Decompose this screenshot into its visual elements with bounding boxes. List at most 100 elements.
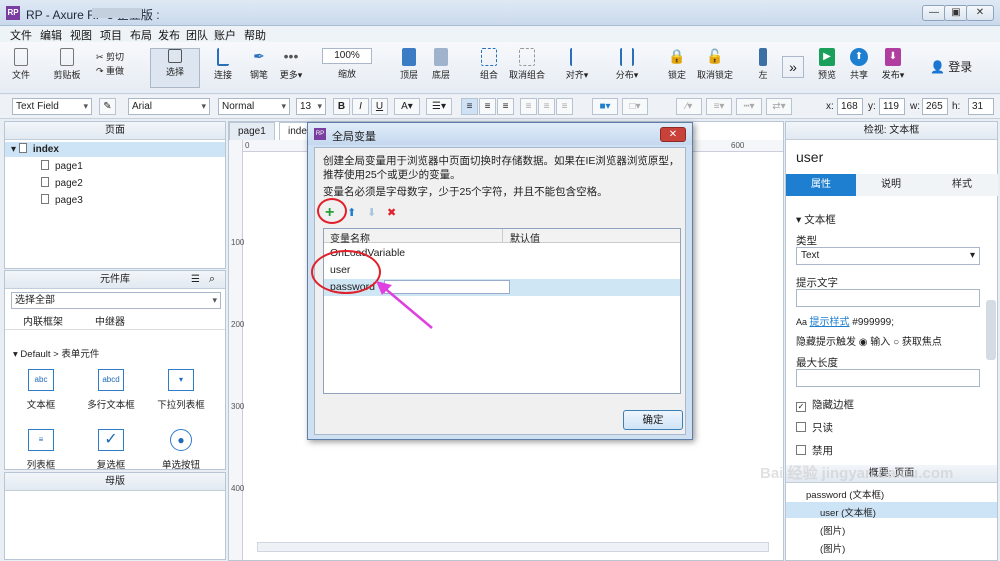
clipboard-button[interactable]: 剪贴板	[50, 48, 84, 81]
font-family-select[interactable]: Arial	[128, 98, 210, 115]
line-color-button[interactable]: ⁄▾	[676, 98, 702, 115]
horizontal-scrollbar[interactable]	[257, 542, 769, 552]
widget-checkbox[interactable]: ✓ 复选框	[81, 429, 141, 471]
outline-item[interactable]: (图片)	[820, 541, 845, 555]
library-group-header[interactable]: ▾ Default > 表单元件	[13, 346, 99, 360]
overflow-chevron-icon[interactable]: »	[782, 56, 804, 78]
hint-style-link[interactable]: 提示样式	[810, 317, 850, 328]
align-center-icon[interactable]: ≡	[479, 98, 496, 115]
select-button[interactable]: 选择	[150, 48, 200, 88]
group-button[interactable]: 组合	[474, 48, 504, 81]
h-input[interactable]: 31	[968, 98, 994, 115]
valign-top-icon[interactable]: ≡	[520, 98, 537, 115]
file-button[interactable]: 文件	[8, 48, 34, 81]
bring-top-button[interactable]: 顶层	[394, 48, 424, 81]
tab-page1[interactable]: page1	[229, 122, 275, 140]
unlock-button[interactable]: 🔓 取消锁定	[694, 48, 736, 81]
section-text-field[interactable]: ▾ 文本框	[796, 212, 836, 227]
widget-text-field[interactable]: abc 文本框	[11, 369, 71, 411]
inspector-scrollbar[interactable]	[986, 300, 996, 360]
login-button[interactable]: 👤 登录	[930, 58, 976, 75]
align-right-icon[interactable]: ≡	[497, 98, 514, 115]
align-button[interactable]: 对齐▾	[562, 48, 592, 81]
valign-middle-icon[interactable]: ≡	[538, 98, 555, 115]
restore-button[interactable]: ▣	[944, 5, 968, 21]
font-size-select[interactable]: 13	[296, 98, 326, 115]
valign-bottom-icon[interactable]: ≡	[556, 98, 573, 115]
move-up-icon[interactable]: ⬆	[347, 206, 356, 219]
hint-input[interactable]	[796, 289, 980, 307]
zoom-control[interactable]: 100% 缩放	[322, 48, 372, 80]
menu-project[interactable]: 项目	[100, 27, 122, 43]
publish-button[interactable]: ⬇ 发布▾	[876, 48, 910, 81]
shadow-button[interactable]: □▾	[622, 98, 648, 115]
outline-item[interactable]: user (文本框)	[820, 505, 876, 519]
table-row[interactable]: OnLoadVariable	[324, 245, 680, 262]
font-color-button[interactable]: A▾	[394, 98, 420, 115]
outline-row-selected[interactable]	[786, 502, 997, 518]
menu-layout[interactable]: 布局	[130, 27, 152, 43]
pen-button[interactable]: ✒ 钢笔	[244, 48, 274, 81]
arrow-style-button[interactable]: ⇄▾	[766, 98, 792, 115]
widget-listbox[interactable]: ≡ 列表框	[11, 429, 71, 471]
widget-textarea[interactable]: abcd 多行文本框	[81, 369, 141, 411]
move-down-icon[interactable]: ⬇	[367, 206, 376, 219]
tab-properties[interactable]: 属性	[786, 174, 856, 196]
close-window-button[interactable]: ✕	[966, 5, 994, 21]
distribute-button[interactable]: 分布▾	[612, 48, 642, 81]
font-style-select[interactable]: Normal	[218, 98, 290, 115]
tree-item-index[interactable]: ▾ index	[11, 143, 59, 155]
italic-button[interactable]: I	[352, 98, 369, 115]
library-item-iframe[interactable]: 内联框架	[23, 313, 63, 328]
widget-dropdown[interactable]: ▾ 下拉列表框	[151, 369, 211, 411]
zoom-select[interactable]: 100%	[322, 48, 372, 64]
widget-type-select[interactable]: Text Field	[12, 98, 92, 115]
menu-help[interactable]: 帮助	[244, 27, 266, 43]
style-edit-icon[interactable]: ✎	[99, 98, 116, 115]
menu-edit[interactable]: 编辑	[40, 27, 62, 43]
fill-color-button[interactable]: ■▾	[592, 98, 618, 115]
x-input[interactable]: 168	[837, 98, 863, 115]
share-button[interactable]: ⬆ 共享	[844, 48, 874, 81]
lock-button[interactable]: 🔒 锁定	[662, 48, 692, 81]
menu-publish[interactable]: 发布	[158, 27, 180, 43]
ok-button[interactable]: 确定	[623, 410, 683, 430]
widget-name[interactable]: user	[796, 149, 823, 165]
library-select[interactable]: 选择全部	[11, 292, 221, 309]
readonly-checkbox[interactable]: 只读	[796, 420, 833, 435]
ungroup-button[interactable]: 取消组合	[506, 48, 548, 81]
dialog-close-button[interactable]: ✕	[660, 127, 686, 142]
type-select[interactable]: Text ▾	[796, 247, 980, 265]
maxlen-input[interactable]	[796, 369, 980, 387]
line-style-button[interactable]: ┅▾	[736, 98, 762, 115]
minimize-button[interactable]: —	[922, 5, 946, 21]
tab-notes[interactable]: 说明	[856, 174, 926, 196]
bold-button[interactable]: B	[333, 98, 350, 115]
left-panel-button[interactable]: 左	[750, 48, 776, 81]
cut-button[interactable]: ✂ 剪切	[96, 50, 130, 63]
preview-button[interactable]: ▶ 预览	[812, 48, 842, 81]
hide-border-checkbox[interactable]: ✓ 隐藏边框	[796, 397, 854, 412]
menu-team[interactable]: 团队	[186, 27, 208, 43]
tree-item-page2[interactable]: page2	[41, 177, 83, 189]
list-button[interactable]: ☰▾	[426, 98, 452, 115]
connect-button[interactable]: 连接	[208, 48, 238, 81]
menu-file[interactable]: 文件	[10, 27, 32, 43]
tree-item-page3[interactable]: page3	[41, 194, 83, 206]
more-button[interactable]: ••• 更多▾	[276, 48, 306, 81]
library-item-repeater[interactable]: 中继器	[95, 313, 125, 328]
y-input[interactable]: 119	[879, 98, 905, 115]
menu-account[interactable]: 账户	[214, 27, 236, 43]
menu-icon[interactable]: ☰	[191, 274, 200, 285]
outline-item[interactable]: (图片)	[820, 523, 845, 537]
tab-style[interactable]: 样式	[926, 174, 998, 196]
outline-item[interactable]: password (文本框)	[806, 487, 884, 501]
widget-radio[interactable]: ● 单选按钮	[151, 429, 211, 471]
radio-input[interactable]: ◉ 输入	[859, 337, 891, 348]
align-left-icon[interactable]: ≡	[461, 98, 478, 115]
tree-item-page1[interactable]: page1	[41, 160, 83, 172]
redo-button[interactable]: ↷ 重做	[96, 64, 130, 77]
menu-view[interactable]: 视图	[70, 27, 92, 43]
search-icon[interactable]: ⌕	[209, 273, 215, 286]
w-input[interactable]: 265	[922, 98, 948, 115]
